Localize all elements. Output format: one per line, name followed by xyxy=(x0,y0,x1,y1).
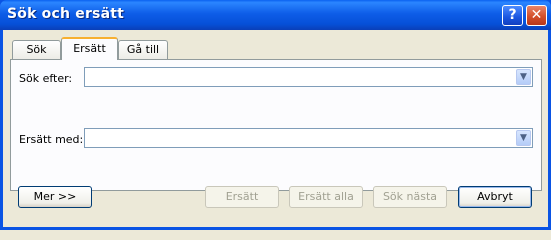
close-button[interactable]: ✕ xyxy=(526,5,547,26)
find-combobox[interactable]: ▼ xyxy=(84,67,533,87)
tab-ersatt[interactable]: Ersätt xyxy=(61,37,118,60)
replace-label: Ersätt med: xyxy=(19,133,84,146)
find-next-button[interactable]: Sök nästa xyxy=(373,186,447,208)
tab-ga-till[interactable]: Gå till xyxy=(118,40,168,60)
more-button[interactable]: Mer >> xyxy=(18,186,92,208)
cancel-button[interactable]: Avbryt xyxy=(458,186,532,208)
tab-panel-ersatt: Sök efter: ▼ Ersätt med: ▼ xyxy=(10,59,542,191)
window-title: Sök och ersätt xyxy=(7,6,125,22)
find-label: Sök efter: xyxy=(19,72,73,85)
chevron-down-icon[interactable]: ▼ xyxy=(516,69,531,85)
help-button[interactable]: ? xyxy=(502,5,523,26)
replace-button[interactable]: Ersätt xyxy=(205,186,279,208)
chevron-down-icon[interactable]: ▼ xyxy=(516,130,531,146)
replace-combobox[interactable]: ▼ xyxy=(84,128,533,148)
tab-sok[interactable]: Sök xyxy=(12,40,61,60)
title-bar[interactable]: Sök och ersätt ? ✕ xyxy=(0,0,551,30)
replace-all-button[interactable]: Ersätt alla xyxy=(289,186,363,208)
dialog-body: Sök Ersätt Gå till Sök efter: ▼ Ersätt m… xyxy=(3,30,548,227)
dialog-window: Sök och ersätt ? ✕ Sök Ersätt Gå till Sö… xyxy=(0,0,551,230)
